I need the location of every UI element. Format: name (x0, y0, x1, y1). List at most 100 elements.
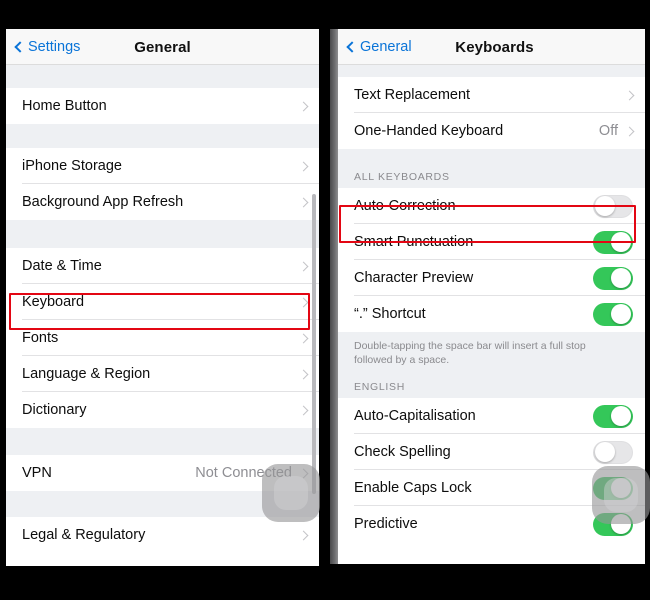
section-header-all-keyboards: ALL KEYBOARDS (338, 169, 645, 188)
row-label: Smart Punctuation (354, 234, 474, 250)
chevron-right-icon (298, 530, 309, 540)
chevron-right-icon (298, 197, 309, 207)
row-label: Fonts (22, 330, 59, 346)
settings-row-legal-regulatory[interactable]: Legal & Regulatory (6, 517, 319, 553)
row-label: iPhone Storage (22, 158, 122, 174)
all-keyboards-footer-note: Double-tapping the space bar will insert… (338, 332, 645, 377)
chevron-right-icon (624, 126, 635, 136)
toggle-knob (611, 514, 631, 535)
group-gap (338, 149, 645, 169)
row-accessory (624, 90, 635, 100)
auto-capitalisation-toggle[interactable] (593, 404, 633, 428)
settings-row-predictive[interactable]: Predictive (338, 506, 645, 543)
chevron-right-icon (298, 161, 309, 171)
toggle-knob (611, 406, 631, 427)
row-accessory (298, 369, 309, 379)
chevron-right-icon (298, 468, 309, 478)
row-label: Character Preview (354, 270, 474, 286)
settings-group-storage: iPhone Storage Background App Refresh (6, 148, 319, 220)
toggle-knob (611, 268, 631, 288)
settings-row-home-button[interactable]: Home Button (6, 88, 319, 124)
keyboards-group-english: Auto-Capitalisation Check Spelling Enabl… (338, 398, 645, 543)
settings-group-vpn: VPN Not Connected (6, 455, 319, 491)
group-gap (6, 220, 319, 248)
settings-row-iphone-storage[interactable]: iPhone Storage (6, 148, 319, 184)
settings-row-auto-correction[interactable]: Auto-Correction (338, 188, 645, 224)
settings-row-one-handed-keyboard[interactable]: One-Handed Keyboard Off (338, 113, 645, 149)
row-accessory (593, 512, 633, 536)
row-label: Auto-Capitalisation (354, 408, 476, 425)
row-accessory: Not Connected (195, 465, 309, 481)
predictive-toggle[interactable] (593, 512, 633, 536)
row-label: Language & Region (22, 366, 151, 382)
row-accessory (298, 530, 309, 540)
auto-correction-toggle[interactable] (593, 194, 633, 218)
settings-row-date-time[interactable]: Date & Time (6, 248, 319, 284)
row-accessory (298, 405, 309, 415)
chevron-right-icon (298, 297, 309, 307)
settings-group-keyboard-language: Date & Time Keyboard Fonts Language & Re… (6, 248, 319, 428)
row-accessory (593, 476, 633, 500)
period-shortcut-toggle[interactable] (593, 302, 633, 326)
settings-row-keyboard[interactable]: Keyboard (6, 284, 319, 320)
right-page-title: Keyboards (455, 38, 534, 56)
left-page-title: General (134, 38, 191, 56)
phone-bezel-edge (330, 29, 338, 564)
row-accessory (298, 297, 309, 307)
row-label: “.” Shortcut (354, 306, 426, 322)
settings-row-language-region[interactable]: Language & Region (6, 356, 319, 392)
row-accessory (298, 261, 309, 271)
settings-row-character-preview[interactable]: Character Preview (338, 260, 645, 296)
settings-row-check-spelling[interactable]: Check Spelling (338, 434, 645, 471)
row-accessory (593, 302, 633, 326)
chevron-right-icon (298, 405, 309, 415)
settings-group-home-button: Home Button (6, 88, 319, 124)
settings-row-enable-caps-lock[interactable]: Enable Caps Lock (338, 470, 645, 507)
smart-punctuation-toggle[interactable] (593, 230, 633, 254)
group-gap (6, 491, 319, 517)
settings-group-legal: Legal & Regulatory (6, 517, 319, 553)
chevron-right-icon (298, 101, 309, 111)
row-label: Dictionary (22, 402, 87, 418)
row-label: Enable Caps Lock (354, 480, 472, 497)
row-accessory (298, 197, 309, 207)
settings-row-fonts[interactable]: Fonts (6, 320, 319, 356)
character-preview-toggle[interactable] (593, 266, 633, 290)
settings-row-dictionary[interactable]: Dictionary (6, 392, 319, 428)
row-label: Check Spelling (354, 444, 451, 461)
group-gap (6, 428, 319, 455)
settings-row-text-replacement[interactable]: Text Replacement (338, 77, 645, 113)
settings-row-vpn[interactable]: VPN Not Connected (6, 455, 319, 491)
chevron-right-icon (298, 369, 309, 379)
group-gap (6, 65, 319, 88)
chevron-right-icon (624, 90, 635, 100)
settings-row-period-shortcut[interactable]: “.” Shortcut (338, 296, 645, 332)
chevron-right-icon (298, 261, 309, 271)
right-navigation-bar: General Keyboards (338, 29, 645, 65)
keyboards-group-all: Auto-Correction Smart Punctuation Charac… (338, 188, 645, 332)
settings-row-smart-punctuation[interactable]: Smart Punctuation (338, 224, 645, 260)
left-navigation-bar: Settings General (6, 29, 319, 65)
row-label: Auto-Correction (354, 198, 456, 214)
group-gap (6, 124, 319, 148)
row-label: Home Button (22, 98, 107, 114)
row-label: Predictive (354, 516, 418, 533)
row-accessory (593, 440, 633, 464)
row-label: VPN (22, 465, 52, 481)
settings-row-auto-capitalisation[interactable]: Auto-Capitalisation (338, 398, 645, 435)
left-scrollbar[interactable] (312, 194, 316, 494)
toggle-knob (595, 442, 615, 463)
settings-row-background-app-refresh[interactable]: Background App Refresh (6, 184, 319, 220)
toggle-knob (595, 196, 615, 216)
row-accessory (593, 194, 633, 218)
check-spelling-toggle[interactable] (593, 440, 633, 464)
toggle-knob (611, 232, 631, 252)
right-content-pane: General Keyboards Text Replacement One-H… (338, 29, 645, 564)
row-accessory (593, 230, 633, 254)
row-label: Text Replacement (354, 87, 471, 103)
enable-caps-lock-toggle[interactable] (593, 476, 633, 500)
row-label: Date & Time (22, 258, 102, 274)
screenshot-stage: Settings General Home Button iPhone Stor… (0, 0, 650, 600)
navbar-hairline (6, 64, 319, 65)
row-label: Keyboard (22, 294, 85, 310)
